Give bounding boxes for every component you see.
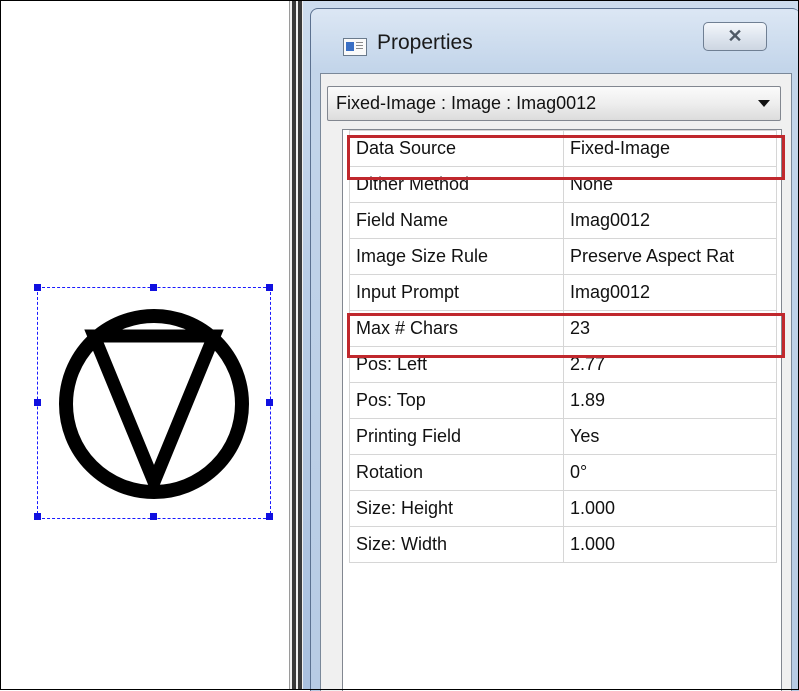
close-icon: ✕ bbox=[727, 26, 743, 46]
property-row[interactable]: Data Source Fixed-Image bbox=[349, 130, 777, 167]
property-table: Data Source Fixed-Image Dither Method None F… bbox=[349, 130, 777, 563]
circle-inverted-triangle-icon[interactable] bbox=[56, 306, 252, 502]
property-name[interactable]: Field Name bbox=[349, 202, 564, 239]
resize-handle-middle-left[interactable] bbox=[34, 399, 41, 406]
property-name[interactable]: Data Source bbox=[349, 130, 564, 167]
design-canvas[interactable] bbox=[1, 1, 289, 689]
property-name[interactable]: Printing Field bbox=[349, 418, 564, 455]
property-row[interactable]: Dither Method None bbox=[349, 166, 777, 203]
property-name[interactable]: Pos: Left bbox=[349, 346, 564, 383]
resize-handle-bottom-right[interactable] bbox=[266, 513, 273, 520]
property-value[interactable]: None bbox=[563, 166, 777, 203]
resize-handle-top-center[interactable] bbox=[150, 284, 157, 291]
property-value[interactable]: 1.89 bbox=[563, 382, 777, 419]
property-row[interactable]: Size: Height 1.000 bbox=[349, 490, 777, 527]
properties-window: Properties ✕ Fixed-Image : Image : Imag0… bbox=[303, 0, 799, 691]
resize-handle-top-left[interactable] bbox=[34, 284, 41, 291]
property-name[interactable]: Image Size Rule bbox=[349, 238, 564, 275]
property-row[interactable]: Printing Field Yes bbox=[349, 418, 777, 455]
property-name[interactable]: Dither Method bbox=[349, 166, 564, 203]
property-value[interactable]: Preserve Aspect Rat bbox=[563, 238, 777, 275]
resize-handle-middle-right[interactable] bbox=[266, 399, 273, 406]
property-value[interactable]: 1.000 bbox=[563, 526, 777, 563]
close-button[interactable]: ✕ bbox=[703, 22, 767, 51]
resize-handle-bottom-center[interactable] bbox=[150, 513, 157, 520]
property-row[interactable]: Rotation 0° bbox=[349, 454, 777, 491]
pane-splitter[interactable] bbox=[289, 0, 304, 690]
property-value[interactable]: Yes bbox=[563, 418, 777, 455]
property-value[interactable]: 0° bbox=[563, 454, 777, 491]
property-value[interactable]: 1.000 bbox=[563, 490, 777, 527]
splitter-bar bbox=[292, 0, 296, 690]
property-row[interactable]: Size: Width 1.000 bbox=[349, 526, 777, 563]
property-value[interactable]: Imag0012 bbox=[563, 274, 777, 311]
object-selector-value: Fixed-Image : Image : Imag0012 bbox=[336, 93, 597, 113]
property-row[interactable]: Field Name Imag0012 bbox=[349, 202, 777, 239]
splitter-bar bbox=[298, 0, 302, 690]
property-value[interactable]: 2.77 bbox=[563, 346, 777, 383]
property-value[interactable]: 23 bbox=[563, 310, 777, 347]
property-name[interactable]: Rotation bbox=[349, 454, 564, 491]
property-value[interactable]: Imag0012 bbox=[563, 202, 777, 239]
chevron-down-icon[interactable] bbox=[758, 100, 770, 107]
property-row[interactable]: Max # Chars 23 bbox=[349, 310, 777, 347]
property-row[interactable]: Pos: Left 2.77 bbox=[349, 346, 777, 383]
property-name[interactable]: Size: Width bbox=[349, 526, 564, 563]
property-row[interactable]: Image Size Rule Preserve Aspect Rat bbox=[349, 238, 777, 275]
property-value[interactable]: Fixed-Image bbox=[563, 130, 777, 167]
resize-handle-bottom-left[interactable] bbox=[34, 513, 41, 520]
property-name[interactable]: Input Prompt bbox=[349, 274, 564, 311]
property-name[interactable]: Size: Height bbox=[349, 490, 564, 527]
property-name[interactable]: Pos: Top bbox=[349, 382, 564, 419]
property-row[interactable]: Input Prompt Imag0012 bbox=[349, 274, 777, 311]
properties-window-icon bbox=[343, 38, 367, 56]
window-title: Properties bbox=[377, 31, 473, 54]
property-grid[interactable]: Data Source Fixed-Image Dither Method None F… bbox=[342, 129, 782, 691]
resize-handle-top-right[interactable] bbox=[266, 284, 273, 291]
object-selector-dropdown[interactable]: Fixed-Image : Image : Imag0012 bbox=[327, 86, 781, 121]
property-name[interactable]: Max # Chars bbox=[349, 310, 564, 347]
property-row[interactable]: Pos: Top 1.89 bbox=[349, 382, 777, 419]
